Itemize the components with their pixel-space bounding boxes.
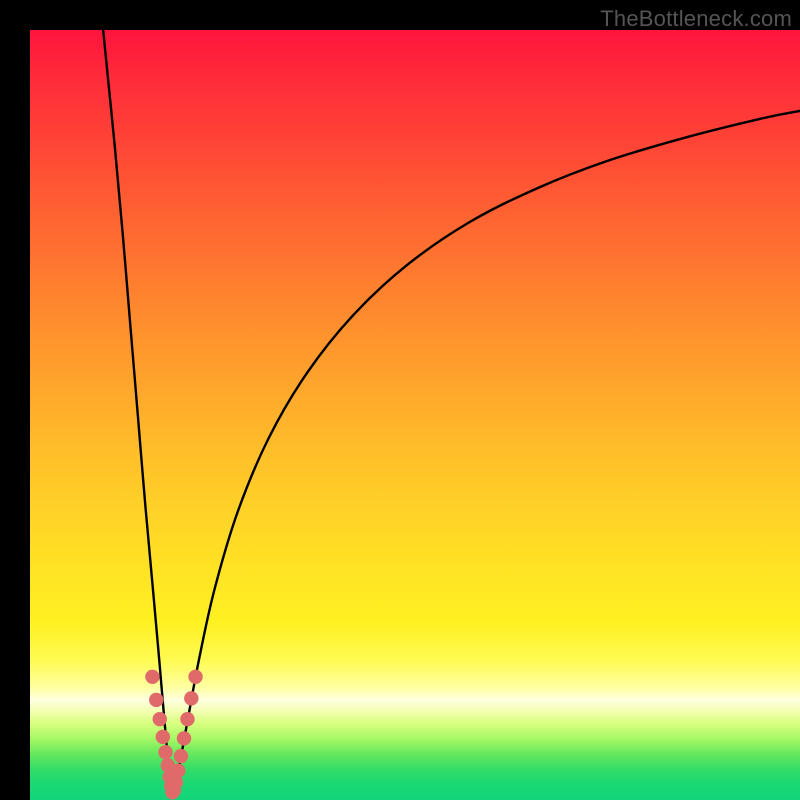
data-marker	[156, 730, 170, 744]
data-marker	[177, 731, 191, 745]
data-marker	[171, 764, 185, 778]
data-marker	[149, 693, 163, 707]
chart-svg	[30, 30, 800, 800]
data-marker	[153, 712, 167, 726]
plot-area	[30, 30, 800, 800]
watermark-text: TheBottleneck.com	[600, 6, 792, 32]
curve-group	[103, 30, 800, 796]
chart-frame: TheBottleneck.com	[0, 0, 800, 800]
data-marker	[145, 670, 159, 684]
data-marker	[188, 670, 202, 684]
curve-left-branch	[103, 30, 172, 796]
data-marker	[158, 745, 172, 759]
data-marker	[184, 691, 198, 705]
data-marker	[174, 749, 188, 763]
curve-right-branch	[172, 111, 800, 796]
data-marker	[180, 712, 194, 726]
